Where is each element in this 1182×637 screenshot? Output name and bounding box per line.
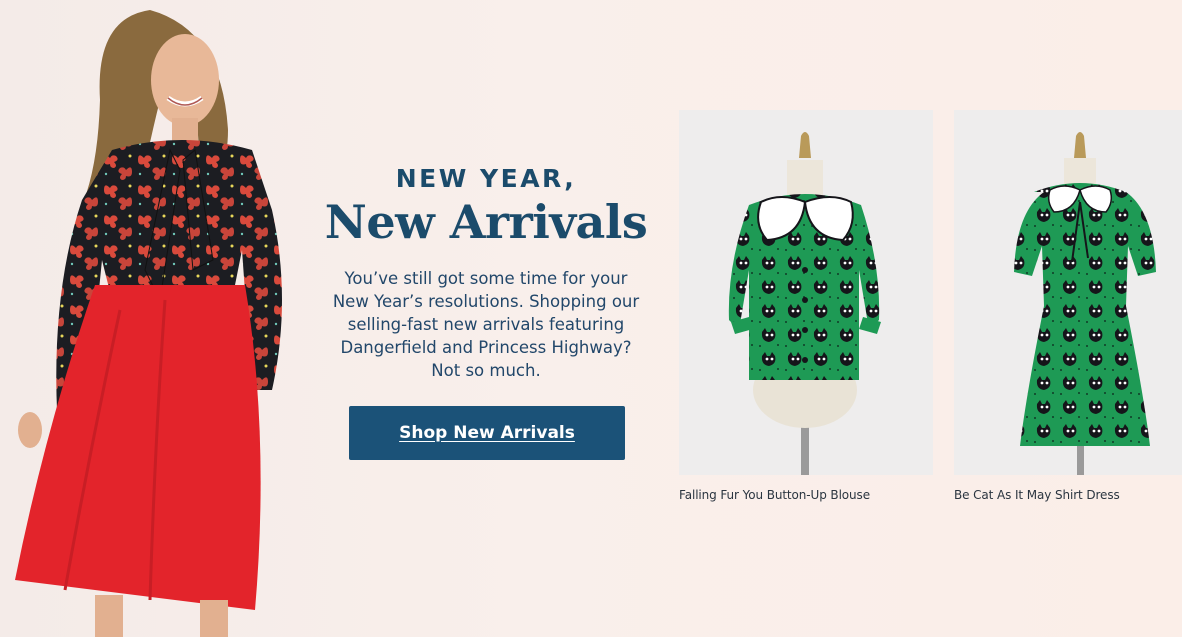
promo-eyebrow: NEW YEAR, bbox=[395, 164, 577, 193]
blouse-photo[interactable] bbox=[679, 110, 933, 475]
promo-line: New Year’s resolutions. Shopping our bbox=[332, 292, 640, 311]
product-card[interactable]: Be Cat As It May Shirt Dress bbox=[954, 110, 1182, 502]
promo-line: Dangerfield and Princess Highway? bbox=[340, 338, 632, 357]
promo-line: You’ve still got some time for your bbox=[344, 269, 628, 288]
promo-line: Not so much. bbox=[431, 361, 541, 380]
promo-banner: NEW YEAR, New Arrivals You’ve still got … bbox=[0, 0, 1182, 637]
dress-photo[interactable] bbox=[954, 110, 1182, 475]
product-name[interactable]: Be Cat As It May Shirt Dress bbox=[954, 488, 1182, 502]
model-photo[interactable] bbox=[0, 0, 310, 637]
promo-line: selling-fast new arrivals featuring bbox=[347, 315, 625, 334]
promo-description: You’ve still got some time for your New … bbox=[326, 267, 646, 382]
product-card[interactable]: Falling Fur You Button-Up Blouse bbox=[679, 110, 933, 502]
promo-headline: New Arrivals bbox=[324, 195, 648, 249]
promo-copy: NEW YEAR, New Arrivals You’ve still got … bbox=[316, 164, 656, 382]
shop-new-arrivals-button[interactable]: Shop New Arrivals bbox=[349, 406, 625, 460]
product-name[interactable]: Falling Fur You Button-Up Blouse bbox=[679, 488, 933, 502]
